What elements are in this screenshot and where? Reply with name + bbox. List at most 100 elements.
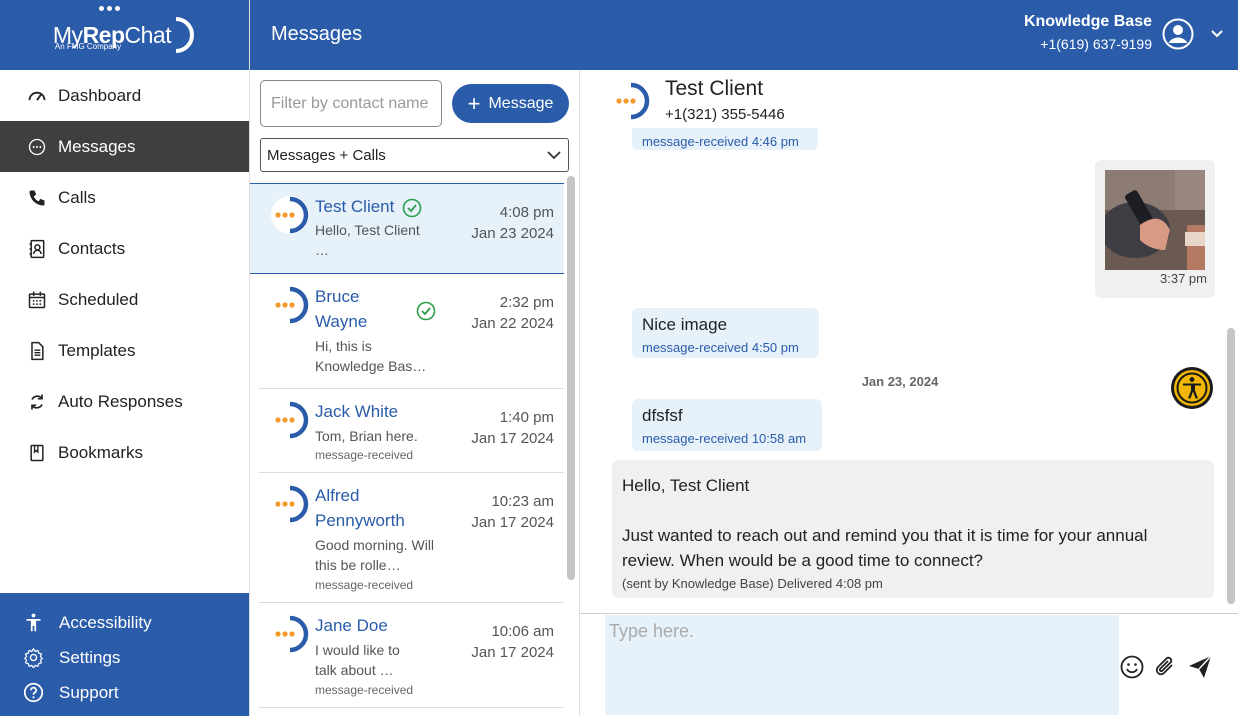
conversation-time: 2:32 pm bbox=[499, 294, 554, 311]
new-message-label: Message bbox=[488, 94, 554, 112]
message-status: message-received bbox=[315, 683, 414, 697]
contact-avatar-icon bbox=[271, 286, 309, 324]
nav-item-scheduled[interactable]: Scheduled bbox=[0, 274, 249, 325]
nav-label: Messages bbox=[58, 136, 136, 156]
conversation-time: 4:08 pm bbox=[499, 204, 554, 221]
image-message-bubble: 3:37 pm bbox=[1095, 160, 1215, 298]
contact-avatar-icon bbox=[271, 615, 309, 653]
conversation-list-scrollbar[interactable] bbox=[566, 176, 576, 716]
refresh-icon bbox=[26, 391, 48, 413]
nav-item-settings[interactable]: Settings bbox=[0, 640, 249, 675]
accessibility-widget-icon[interactable] bbox=[1170, 366, 1214, 410]
help-icon bbox=[22, 682, 44, 704]
photo-phone-and-cup-image bbox=[1105, 170, 1205, 270]
conversation-time: 10:23 am bbox=[491, 493, 554, 510]
brand-logo: MyRepChat An FMG Company bbox=[53, 6, 196, 55]
paperclip-icon[interactable] bbox=[1153, 654, 1179, 680]
nav-label: Dashboard bbox=[58, 85, 142, 105]
contact-name: Test Client bbox=[315, 197, 395, 216]
image-message-time: 3:37 pm bbox=[1160, 271, 1207, 286]
calendar-icon bbox=[26, 289, 48, 311]
message-status: message-received bbox=[315, 578, 414, 592]
conversation-date: Jan 17 2024 bbox=[471, 430, 554, 447]
chat-pane: message-received 4:46 pm Test Client +1(… bbox=[580, 70, 1238, 716]
message-composer bbox=[580, 613, 1238, 716]
brand-logo-area[interactable]: MyRepChat An FMG Company bbox=[0, 0, 249, 70]
contact-avatar-icon bbox=[271, 401, 309, 439]
contact-name: Alfred Pennyworth bbox=[315, 486, 405, 530]
nav-label: Bookmarks bbox=[58, 442, 144, 462]
message-bubble-incoming: Nice image message-received 4:50 pm bbox=[632, 308, 819, 358]
conversation-timestamp: 10:06 am Jan 17 2024 bbox=[471, 621, 554, 663]
conversation-date: Jan 22 2024 bbox=[471, 315, 554, 332]
nav-item-contacts[interactable]: Contacts bbox=[0, 223, 249, 274]
attached-image[interactable] bbox=[1105, 170, 1205, 270]
account-info[interactable]: Knowledge Base +1(619) 637-9199 bbox=[1024, 13, 1152, 52]
nav-item-messages[interactable]: Messages bbox=[0, 121, 249, 172]
emoji-icon[interactable] bbox=[1119, 654, 1145, 680]
conversation-timestamp: 1:40 pm Jan 17 2024 bbox=[471, 407, 554, 449]
chat-scrollbar[interactable] bbox=[1227, 328, 1235, 604]
chat-contact-phone: +1(321) 355-5446 bbox=[665, 106, 785, 123]
message-input[interactable] bbox=[605, 615, 1119, 715]
new-message-button[interactable]: + Message bbox=[452, 84, 569, 123]
chevron-down-icon[interactable] bbox=[1210, 26, 1224, 40]
message-status: message-received 10:58 am bbox=[642, 431, 807, 446]
message-status: message-received 4:46 pm bbox=[642, 134, 799, 149]
conversation-item[interactable]: Alfred Pennyworth Good morning. Will thi… bbox=[259, 473, 564, 603]
logo-dots bbox=[98, 6, 120, 11]
chat-contact-name: Test Client bbox=[665, 77, 764, 100]
page-title: Messages bbox=[271, 23, 363, 45]
message-text: Hello, Test Client Just wanted to reach … bbox=[622, 476, 1148, 570]
contact-filter-input[interactable] bbox=[260, 80, 442, 127]
nav-label: Settings bbox=[59, 647, 121, 667]
accessibility-icon bbox=[22, 612, 44, 634]
nav-item-calls[interactable]: Calls bbox=[0, 172, 249, 223]
contact-name: Jane Doe bbox=[315, 616, 388, 635]
nav-label: Calls bbox=[58, 187, 96, 207]
nav-item-dashboard[interactable]: Dashboard bbox=[0, 70, 249, 121]
nav-item-auto-responses[interactable]: Auto Responses bbox=[0, 376, 249, 427]
conversation-date: Jan 17 2024 bbox=[471, 644, 554, 661]
verified-check-icon bbox=[416, 301, 436, 321]
contact-avatar-icon bbox=[271, 196, 309, 234]
conversation-item[interactable]: Jack White Tom, Brian here. message-rece… bbox=[259, 389, 564, 473]
conversation-timestamp: 2:32 pm Jan 22 2024 bbox=[471, 292, 554, 334]
view-filter-value: Messages + Calls bbox=[267, 146, 386, 164]
gear-icon bbox=[22, 647, 44, 669]
conversation-timestamp: 10:23 am Jan 17 2024 bbox=[471, 491, 554, 533]
chat-header: Test Client +1(321) 355-5446 bbox=[580, 70, 1238, 128]
message-preview: Hello, Test Client … bbox=[315, 222, 420, 258]
app: MyRepChat An FMG Company Dashboard Messa… bbox=[0, 0, 1238, 716]
send-icon[interactable] bbox=[1187, 654, 1213, 680]
view-filter-select[interactable]: Messages + Calls bbox=[260, 138, 569, 172]
message-preview: I would like to talk about … bbox=[315, 642, 400, 678]
conversation-date: Jan 17 2024 bbox=[471, 514, 554, 531]
scrollbar-thumb[interactable] bbox=[567, 176, 575, 580]
sidebar: MyRepChat An FMG Company Dashboard Messa… bbox=[0, 0, 250, 716]
nav-item-support[interactable]: Support bbox=[0, 675, 249, 710]
contact-name: Jack White bbox=[315, 402, 399, 421]
nav-label: Templates bbox=[58, 340, 136, 360]
nav-item-bookmarks[interactable]: Bookmarks bbox=[0, 427, 249, 478]
conversation-date: Jan 23 2024 bbox=[471, 225, 554, 242]
conversation-item[interactable]: Test Client Hello, Test Client … 4:08 pm… bbox=[250, 183, 564, 274]
verified-check-icon bbox=[402, 198, 422, 218]
conversation-list: Test Client Hello, Test Client … 4:08 pm… bbox=[250, 183, 564, 708]
nav-item-templates[interactable]: Templates bbox=[0, 325, 249, 376]
message-bubble-outgoing: Hello, Test Client Just wanted to reach … bbox=[612, 460, 1214, 598]
conversation-timestamp: 4:08 pm Jan 23 2024 bbox=[471, 202, 554, 244]
conversation-item[interactable]: Bruce Wayne Hi, this is Knowledge Bas… 2… bbox=[259, 274, 564, 389]
contact-avatar-icon bbox=[612, 82, 650, 120]
message-bubble-incoming: dfsfsf message-received 10:58 am bbox=[632, 399, 822, 451]
nav-item-accessibility[interactable]: Accessibility bbox=[0, 605, 249, 640]
document-icon bbox=[26, 340, 48, 362]
user-avatar-icon[interactable] bbox=[1162, 18, 1194, 50]
conversation-item[interactable]: Jane Doe I would like to talk about … me… bbox=[259, 603, 564, 708]
top-header: Messages Knowledge Base +1(619) 637-9199 bbox=[250, 0, 1238, 70]
plus-icon: + bbox=[467, 90, 481, 116]
chevron-down-icon bbox=[547, 151, 561, 160]
nav-label: Contacts bbox=[58, 238, 126, 258]
sidebar-footer: Accessibility Settings Support bbox=[0, 593, 249, 716]
chat-bubble-icon bbox=[26, 136, 48, 158]
